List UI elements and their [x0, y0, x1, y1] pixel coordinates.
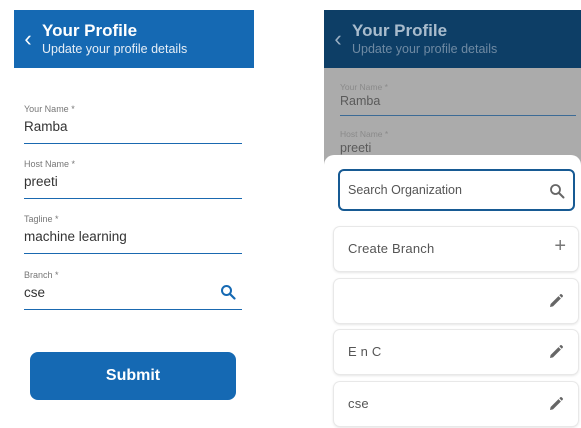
- edit-icon[interactable]: [548, 293, 564, 309]
- tagline-field[interactable]: Tagline * machine learning: [24, 214, 242, 254]
- page-subtitle: Update your profile details: [352, 42, 498, 56]
- search-icon[interactable]: [220, 284, 236, 300]
- host-name-label: Host Name *: [24, 159, 76, 169]
- your-name-field: Your Name * Ramba: [340, 82, 576, 116]
- search-organization-input[interactable]: Search Organization: [338, 169, 575, 211]
- search-placeholder: Search Organization: [348, 183, 462, 197]
- create-branch-label: Create Branch: [348, 241, 435, 256]
- header-text: Your Profile Update your profile details: [352, 21, 497, 57]
- plus-icon[interactable]: +: [554, 236, 566, 256]
- branch-item[interactable]: E n C: [334, 330, 578, 374]
- back-button: ‹: [334, 26, 342, 51]
- branch-item-label: E n C: [348, 344, 382, 359]
- your-name-field[interactable]: Your Name * Ramba: [24, 104, 242, 144]
- branch-field[interactable]: Branch * cse: [24, 270, 242, 310]
- host-name-field[interactable]: Host Name * preeti: [24, 159, 242, 199]
- branch-item-label: cse: [348, 396, 369, 411]
- page-title: Your Profile: [352, 21, 448, 40]
- create-branch-item[interactable]: Create Branch +: [334, 227, 578, 271]
- profile-screen: ‹ Your Profile Update your profile detai…: [14, 0, 254, 428]
- search-icon[interactable]: [549, 183, 565, 199]
- branch-picker-screen: ‹ Your Profile Update your profile detai…: [324, 0, 581, 428]
- bottom-sheet: Search Organization Create Branch + E n …: [324, 155, 581, 428]
- app-header-dimmed: ‹ Your Profile Update your profile detai…: [324, 10, 581, 68]
- edit-icon[interactable]: [548, 344, 564, 360]
- edit-icon[interactable]: [548, 396, 564, 412]
- your-name-value: Ramba: [340, 94, 381, 108]
- branch-value: cse: [24, 285, 46, 300]
- branch-label: Branch *: [24, 270, 59, 280]
- header-text: Your Profile Update your profile details: [42, 21, 187, 57]
- app-header: ‹ Your Profile Update your profile detai…: [14, 10, 254, 68]
- your-name-label: Your Name *: [24, 104, 75, 114]
- tagline-label: Tagline *: [24, 214, 59, 224]
- branch-item[interactable]: cse: [334, 382, 578, 426]
- host-name-value: preeti: [340, 141, 372, 155]
- back-button[interactable]: ‹: [14, 28, 42, 50]
- your-name-label: Your Name *: [340, 82, 388, 92]
- host-name-value: preeti: [24, 174, 58, 189]
- branch-item[interactable]: [334, 279, 578, 323]
- page-title: Your Profile: [42, 21, 138, 40]
- your-name-value: Ramba: [24, 119, 68, 134]
- tagline-value: machine learning: [24, 229, 127, 244]
- page-subtitle: Update your profile details: [42, 42, 188, 56]
- host-name-label: Host Name *: [340, 129, 389, 139]
- submit-button[interactable]: Submit: [30, 352, 236, 400]
